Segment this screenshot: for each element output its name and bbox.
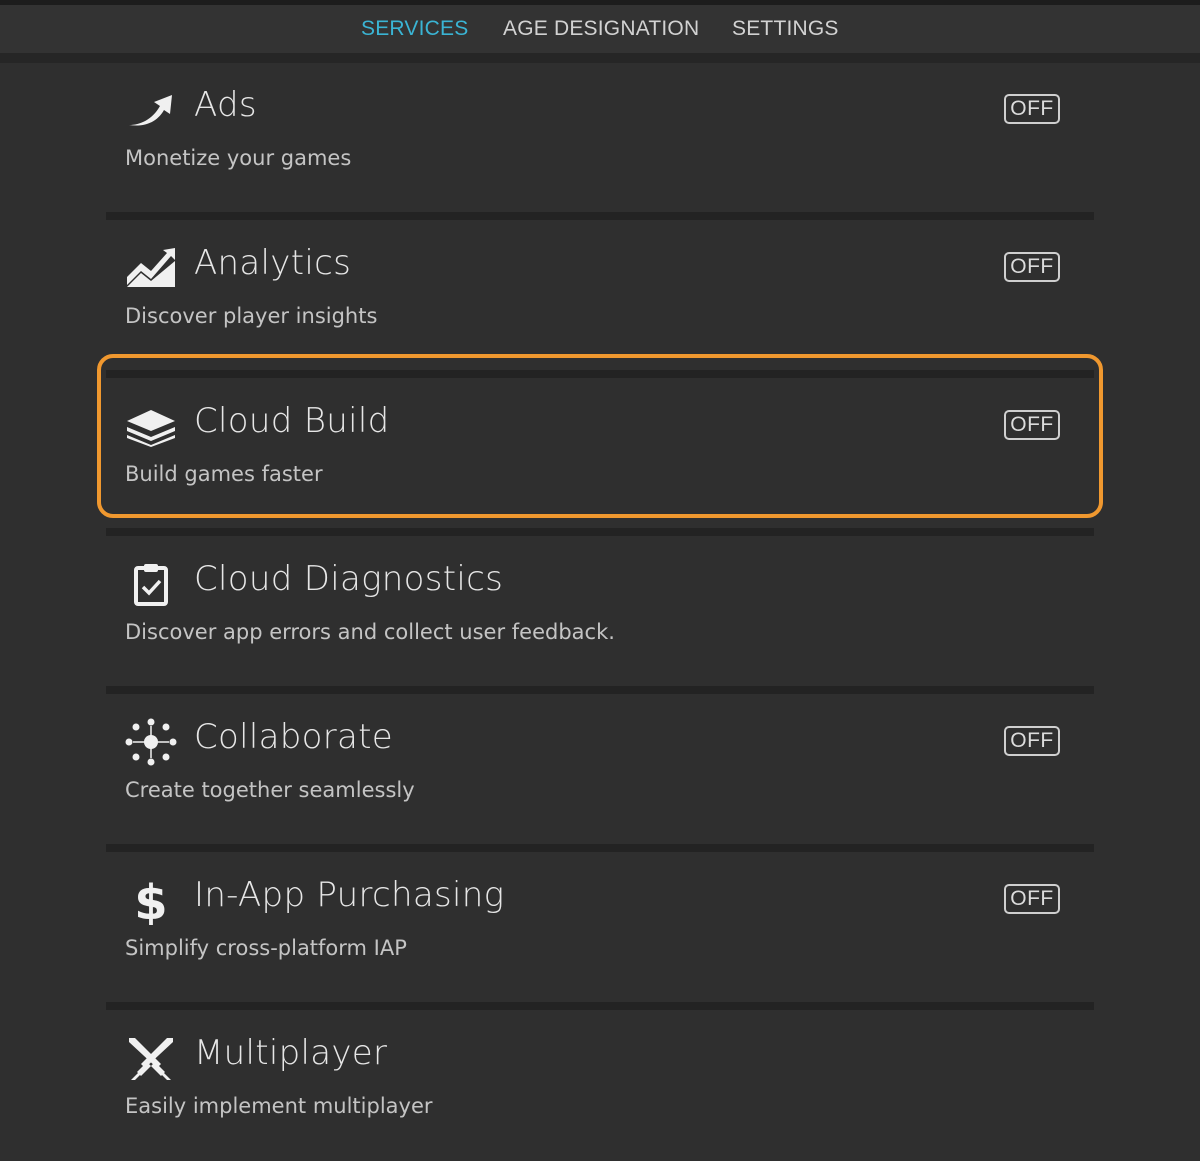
divider	[106, 370, 1094, 378]
tab-services[interactable]: SERVICES	[361, 17, 468, 41]
service-collaborate[interactable]: Collaborate Create together seamlessly O…	[106, 695, 1094, 845]
service-description: Create together seamlessly	[125, 778, 415, 802]
service-description: Easily implement multiplayer	[125, 1094, 433, 1118]
tab-settings[interactable]: SETTINGS	[732, 17, 839, 41]
tab-age-designation[interactable]: AGE DESIGNATION	[503, 17, 699, 41]
layers-stack-icon	[124, 405, 178, 447]
service-multiplayer[interactable]: Multiplayer Easily implement multiplayer	[106, 1011, 1094, 1161]
divider	[106, 528, 1094, 536]
service-title: Analytics	[194, 243, 352, 283]
service-description: Simplify cross-platform IAP	[125, 936, 407, 960]
tab-bar: SERVICES AGE DESIGNATION SETTINGS	[0, 5, 1200, 53]
service-title: Multiplayer	[194, 1033, 388, 1073]
clipboard-check-icon	[124, 563, 178, 606]
in-app-purchasing-toggle[interactable]: OFF	[1004, 884, 1060, 914]
network-nodes-icon	[124, 718, 178, 766]
dollar-sign-icon: $	[124, 875, 178, 925]
divider	[106, 844, 1094, 852]
service-title: Collaborate	[194, 717, 394, 757]
service-cloud-build[interactable]: Cloud Build Build games faster OFF	[106, 379, 1094, 529]
cloud-build-toggle[interactable]: OFF	[1004, 410, 1060, 440]
trend-chart-icon	[124, 247, 178, 289]
service-cloud-diagnostics[interactable]: Cloud Diagnostics Discover app errors an…	[106, 537, 1094, 687]
service-title: Cloud Build	[194, 401, 390, 441]
service-in-app-purchasing[interactable]: $ In-App Purchasing Simplify cross-platf…	[106, 853, 1094, 1003]
collaborate-toggle[interactable]: OFF	[1004, 726, 1060, 756]
service-description: Build games faster	[125, 462, 323, 486]
service-description: Discover app errors and collect user fee…	[125, 620, 615, 644]
curved-arrow-icon	[124, 89, 178, 131]
service-description: Monetize your games	[125, 146, 352, 170]
crossed-swords-icon	[124, 1037, 178, 1080]
service-title: Cloud Diagnostics	[194, 559, 504, 599]
divider	[106, 686, 1094, 694]
service-title: Ads	[194, 85, 257, 125]
service-ads[interactable]: Ads Monetize your games OFF	[106, 63, 1094, 213]
divider	[106, 212, 1094, 220]
ads-toggle[interactable]: OFF	[1004, 94, 1060, 124]
analytics-toggle[interactable]: OFF	[1004, 252, 1060, 282]
service-title: In-App Purchasing	[194, 875, 505, 915]
service-description: Discover player insights	[125, 304, 378, 328]
service-analytics[interactable]: Analytics Discover player insights OFF	[106, 221, 1094, 371]
tab-divider	[0, 53, 1200, 63]
svg-text:$: $	[134, 875, 167, 925]
divider	[106, 1002, 1094, 1010]
